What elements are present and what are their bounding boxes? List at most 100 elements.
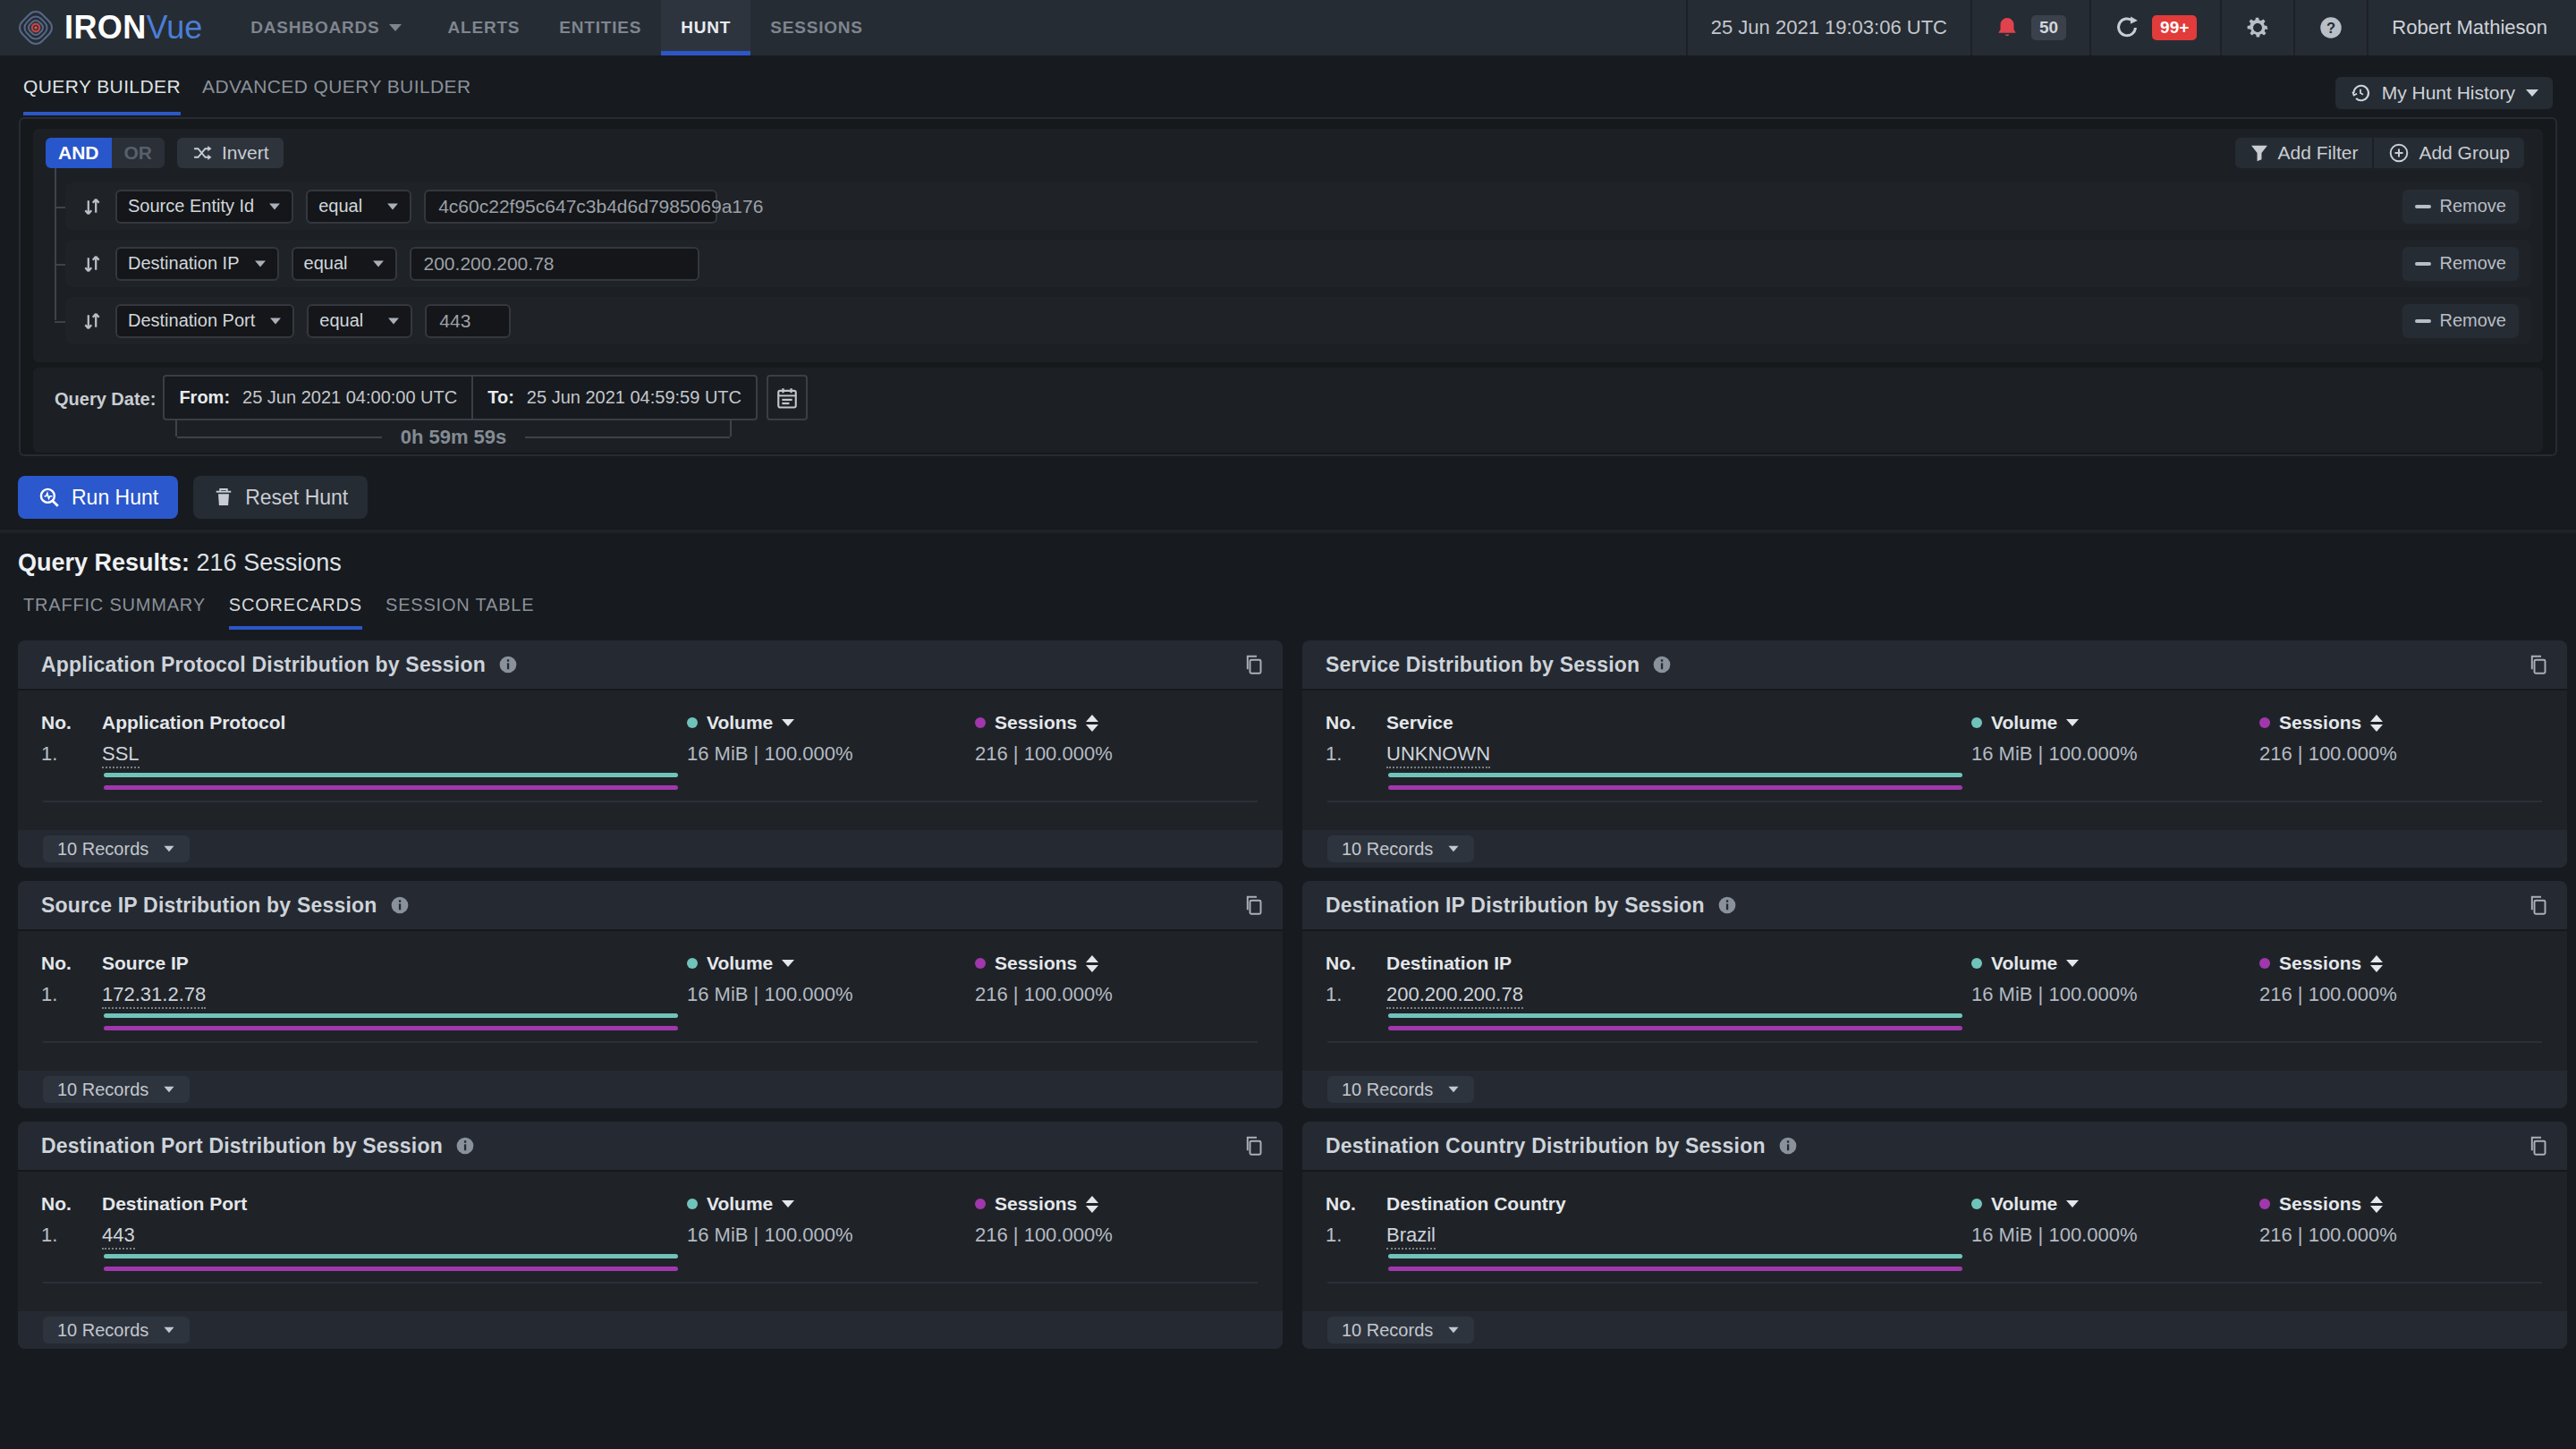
brand[interactable]: IRONVue [0, 0, 216, 55]
col-sessions[interactable]: Sessions [975, 712, 1259, 733]
row-value[interactable]: 200.200.200.78 [1386, 983, 1523, 1009]
volume-sort-caret-icon[interactable] [782, 1200, 794, 1208]
alerts-count-badge[interactable]: 50 [2031, 15, 2066, 40]
volume-sort-caret-icon[interactable] [2066, 960, 2079, 967]
and-button[interactable]: AND [46, 138, 112, 168]
info-icon[interactable] [455, 1136, 475, 1156]
sessions-sort-icon[interactable] [1086, 715, 1098, 732]
scorecard-columns: No. Destination Country Volume Sessions [1326, 1193, 2544, 1215]
value-input[interactable]: 200.200.200.78 [410, 247, 699, 281]
col-sessions[interactable]: Sessions [2259, 712, 2544, 733]
builder-tab-query-builder[interactable]: QUERY BUILDER [23, 58, 181, 115]
operator-select[interactable]: equal [306, 190, 411, 224]
reorder-icon[interactable] [81, 252, 103, 275]
remove-filter-button[interactable]: Remove [2402, 190, 2519, 224]
run-hunt-button[interactable]: Run Hunt [18, 476, 178, 519]
row-value[interactable]: SSL [102, 742, 140, 768]
gear-icon[interactable] [2245, 15, 2270, 40]
reorder-icon[interactable] [81, 195, 103, 218]
sessions-sort-icon[interactable] [2370, 1196, 2383, 1213]
user-section[interactable]: Robert Mathieson [2367, 0, 2576, 55]
results-tab-session-table[interactable]: SESSION TABLE [386, 595, 534, 630]
row-value[interactable]: UNKNOWN [1386, 742, 1490, 768]
copy-button[interactable] [2528, 1134, 2549, 1157]
hunt-history-button[interactable]: My Hunt History [2335, 77, 2553, 109]
nav-item-dashboards[interactable]: DASHBOARDS [231, 0, 420, 55]
volume-sort-caret-icon[interactable] [2066, 1200, 2079, 1208]
help-section[interactable]: ? [2293, 0, 2367, 55]
from-value[interactable]: 25 Jun 2021 04:00:00 UTC [242, 387, 457, 408]
sessions-sort-icon[interactable] [2370, 715, 2383, 732]
col-sessions[interactable]: Sessions [2259, 953, 2544, 974]
sessions-sort-icon[interactable] [2370, 955, 2383, 972]
calendar-button[interactable] [767, 375, 808, 420]
username[interactable]: Robert Mathieson [2392, 16, 2553, 39]
records-dropdown[interactable]: 10 Records [43, 1317, 190, 1343]
settings-section[interactable] [2220, 0, 2293, 55]
reset-hunt-button[interactable]: Reset Hunt [193, 476, 368, 519]
nav-item-entities[interactable]: ENTITIES [539, 0, 661, 55]
row-value[interactable]: 443 [102, 1224, 135, 1250]
alerts-section[interactable]: 50 [1970, 0, 2089, 55]
col-volume[interactable]: Volume [687, 1193, 975, 1215]
col-volume[interactable]: Volume [1971, 953, 2259, 974]
operator-select[interactable]: equal [307, 304, 412, 338]
copy-button[interactable] [2528, 653, 2549, 676]
operator-select[interactable]: equal [292, 247, 397, 281]
refresh-count-badge[interactable]: 99+ [2152, 15, 2197, 40]
results-tab-traffic-summary[interactable]: TRAFFIC SUMMARY [23, 595, 206, 630]
builder-tab-advanced-query-builder[interactable]: ADVANCED QUERY BUILDER [202, 58, 471, 115]
or-button[interactable]: OR [112, 138, 165, 168]
remove-filter-button[interactable]: Remove [2402, 304, 2519, 338]
col-volume[interactable]: Volume [687, 712, 975, 733]
records-dropdown[interactable]: 10 Records [43, 1076, 190, 1103]
copy-button[interactable] [1243, 894, 1265, 917]
info-icon[interactable] [1778, 1136, 1798, 1156]
sessions-sort-icon[interactable] [1086, 1196, 1098, 1213]
col-volume[interactable]: Volume [1971, 712, 2259, 733]
refresh-section[interactable]: 99+ [2089, 0, 2220, 55]
add-group-button[interactable]: Add Group [2374, 138, 2524, 168]
results-tab-scorecards[interactable]: SCORECARDS [229, 595, 362, 630]
col-sessions[interactable]: Sessions [975, 1193, 1259, 1215]
records-dropdown[interactable]: 10 Records [1327, 1076, 1474, 1103]
nav-item-sessions[interactable]: SESSIONS [750, 0, 883, 55]
date-to[interactable]: To: 25 Jun 2021 04:59:59 UTC [473, 377, 756, 419]
copy-button[interactable] [2528, 894, 2549, 917]
sessions-sort-icon[interactable] [1086, 955, 1098, 972]
remove-filter-button[interactable]: Remove [2402, 247, 2519, 281]
info-icon[interactable] [1717, 895, 1737, 915]
nav-item-alerts[interactable]: ALERTS [428, 0, 540, 55]
row-value[interactable]: Brazil [1386, 1224, 1436, 1250]
records-dropdown[interactable]: 10 Records [1327, 1317, 1474, 1343]
add-filter-button[interactable]: Add Filter [2235, 138, 2373, 168]
volume-sort-caret-icon[interactable] [2066, 719, 2079, 726]
col-sessions[interactable]: Sessions [2259, 1193, 2544, 1215]
info-icon[interactable] [1652, 655, 1672, 674]
invert-button[interactable]: Invert [177, 138, 284, 168]
row-value[interactable]: 172.31.2.78 [102, 983, 206, 1009]
col-volume[interactable]: Volume [687, 953, 975, 974]
value-input[interactable]: 4c60c22f95c647c3b4d6d7985069a176 [424, 190, 717, 224]
date-from[interactable]: From: 25 Jun 2021 04:00:00 UTC [165, 377, 473, 419]
records-dropdown[interactable]: 10 Records [43, 835, 190, 862]
field-select[interactable]: Destination Port [115, 304, 294, 338]
help-icon[interactable]: ? [2318, 15, 2343, 40]
field-select[interactable]: Source Entity Id [115, 190, 293, 224]
value-input[interactable]: 443 [425, 304, 511, 338]
to-value[interactable]: 25 Jun 2021 04:59:59 UTC [527, 387, 741, 408]
info-icon[interactable] [390, 895, 410, 915]
col-volume[interactable]: Volume [1971, 1193, 2259, 1215]
volume-sort-caret-icon[interactable] [782, 719, 794, 726]
col-sessions[interactable]: Sessions [975, 953, 1259, 974]
copy-button[interactable] [1243, 1134, 1265, 1157]
volume-sort-caret-icon[interactable] [782, 960, 794, 967]
copy-button[interactable] [1243, 653, 1265, 676]
refresh-icon[interactable] [2114, 15, 2140, 40]
records-dropdown[interactable]: 10 Records [1327, 835, 1474, 862]
bell-icon[interactable] [1996, 15, 2019, 40]
info-icon[interactable] [498, 655, 518, 674]
field-select[interactable]: Destination IP [115, 247, 279, 281]
reorder-icon[interactable] [81, 309, 103, 333]
nav-item-hunt[interactable]: HUNT [661, 0, 750, 55]
